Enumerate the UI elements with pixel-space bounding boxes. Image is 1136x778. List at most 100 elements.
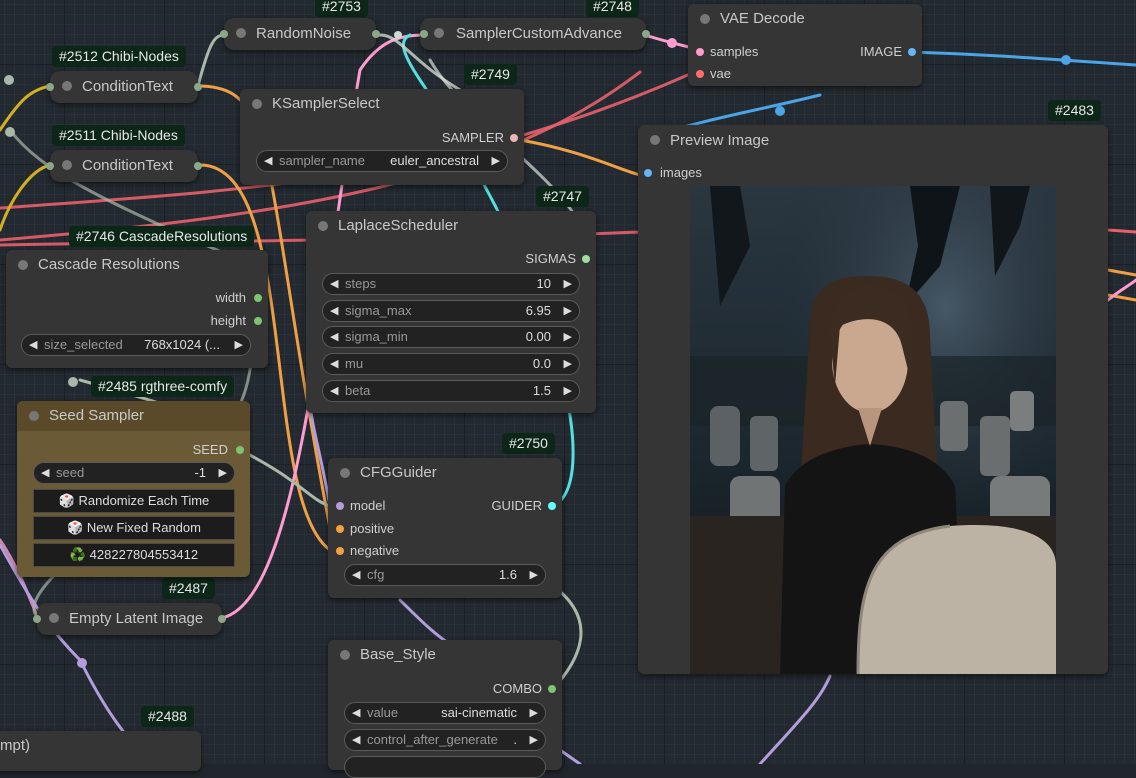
output-socket-icon[interactable] [642, 30, 650, 38]
input-socket-icon[interactable] [33, 615, 41, 623]
widget-value: . [513, 732, 517, 747]
collapse-dot-icon[interactable] [700, 14, 710, 24]
collapse-dot-icon[interactable] [252, 99, 262, 109]
increment-arrow-icon[interactable]: ▶ [564, 354, 572, 374]
widget-value: 10 [536, 276, 551, 291]
decrement-arrow-icon[interactable]: ◀ [352, 730, 360, 750]
style-value-combo[interactable]: ◀ value sai-cinematic ▶ [344, 702, 546, 724]
model-input-socket-icon[interactable] [336, 502, 344, 510]
input-socket-icon[interactable] [420, 30, 428, 38]
decrement-arrow-icon[interactable]: ◀ [330, 381, 338, 401]
negative-input-socket-icon[interactable] [336, 547, 344, 555]
seed-output-socket-icon[interactable] [236, 446, 244, 454]
cascade-resolutions-node[interactable]: Cascade Resolutions width height ◀ size_s… [6, 250, 268, 368]
vae-input-socket-icon[interactable] [696, 70, 704, 78]
width-output-socket-icon[interactable] [254, 294, 262, 302]
input-socket-icon[interactable] [46, 162, 54, 170]
randomize-each-time-button[interactable]: 🎲 Randomize Each Time [33, 489, 235, 513]
input-socket-icon[interactable] [220, 30, 228, 38]
sigmas-output-socket-icon[interactable] [582, 255, 590, 263]
collapse-dot-icon[interactable] [434, 28, 444, 38]
combo-output-socket-icon[interactable] [548, 685, 556, 693]
mu-widget[interactable]: ◀ mu 0.0 ▶ [322, 353, 580, 375]
increment-arrow-icon[interactable]: ▶ [235, 335, 243, 355]
sampler-output-socket-icon[interactable] [510, 134, 518, 142]
collapse-dot-icon[interactable] [29, 411, 39, 421]
sampler-custom-advance-node[interactable]: SamplerCustomAdvance [420, 18, 650, 50]
output-socket-icon[interactable] [194, 162, 202, 170]
steps-widget[interactable]: ◀ steps 10 ▶ [322, 273, 580, 295]
increment-arrow-icon[interactable]: ▶ [564, 274, 572, 294]
cfg-guider-node[interactable]: CFGGuider model positive negative GUIDER… [328, 458, 562, 598]
samples-input-socket-icon[interactable] [696, 48, 704, 56]
increment-arrow-icon[interactable]: ▶ [564, 327, 572, 347]
increment-arrow-icon[interactable]: ▶ [564, 301, 572, 321]
collapse-dot-icon[interactable] [62, 81, 72, 91]
widget-value: 1.5 [532, 383, 551, 398]
increment-arrow-icon[interactable]: ▶ [530, 565, 538, 585]
collapse-dot-icon[interactable] [62, 160, 72, 170]
output-socket-icon[interactable] [194, 83, 202, 91]
input-socket-icon[interactable] [46, 83, 54, 91]
ksampler-select-node[interactable]: KSamplerSelect SAMPLER ◀ sampler_name eu… [240, 89, 524, 185]
condition-text-node-2511[interactable]: ConditionText [46, 150, 202, 182]
increment-arrow-icon[interactable]: ▶ [219, 463, 227, 483]
base-style-node[interactable]: Base_Style COMBO ◀ value sai-cinematic ▶ ◀ c… [328, 640, 562, 778]
prompt-node-partial[interactable]: mpt) [0, 731, 201, 771]
increment-arrow-icon[interactable]: ▶ [564, 381, 572, 401]
node-id-badge: #2750 [502, 433, 555, 454]
collapse-dot-icon[interactable] [318, 221, 328, 231]
decrement-arrow-icon[interactable]: ◀ [264, 151, 272, 171]
increment-arrow-icon[interactable]: ▶ [492, 151, 500, 171]
images-input-socket-icon[interactable] [644, 169, 652, 177]
height-output-socket-icon[interactable] [254, 317, 262, 325]
widget-value: sai-cinematic [441, 705, 517, 720]
generated-image-preview[interactable] [690, 186, 1056, 674]
size-selected-combo[interactable]: ◀ size_selected 768x1024 (... ▶ [21, 334, 251, 356]
preview-image-node[interactable]: Preview Image images [638, 125, 1108, 674]
collapse-dot-icon[interactable] [340, 650, 350, 660]
decrement-arrow-icon[interactable]: ◀ [330, 327, 338, 347]
output-socket-icon[interactable] [218, 615, 226, 623]
new-fixed-random-button[interactable]: 🎲 New Fixed Random [33, 516, 235, 540]
image-output-socket-icon[interactable] [908, 48, 916, 56]
node-id-badge: #2746 CascadeResolutions [69, 226, 255, 247]
collapse-dot-icon[interactable] [18, 260, 28, 270]
cfg-widget[interactable]: ◀ cfg 1.6 ▶ [344, 564, 546, 586]
increment-arrow-icon[interactable]: ▶ [530, 703, 538, 723]
node-title: Empty Latent Image [69, 610, 204, 627]
node-title: Preview Image [670, 132, 770, 149]
decrement-arrow-icon[interactable]: ◀ [330, 301, 338, 321]
decrement-arrow-icon[interactable]: ◀ [330, 274, 338, 294]
condition-text-node-2512[interactable]: ConditionText [46, 71, 202, 103]
decrement-arrow-icon[interactable]: ◀ [29, 335, 37, 355]
node-graph-canvas[interactable]: #2753 #2748 #2512 Chibi-Nodes #2511 Chib… [0, 0, 1136, 778]
use-last-seed-button[interactable]: ♻️ 428227804553412 [33, 543, 235, 567]
guider-output-socket-icon[interactable] [548, 502, 556, 510]
empty-latent-image-node[interactable]: Empty Latent Image [33, 603, 226, 635]
sigma-max-widget[interactable]: ◀ sigma_max 6.95 ▶ [322, 300, 580, 322]
decrement-arrow-icon[interactable]: ◀ [352, 565, 360, 585]
output-socket-icon[interactable] [372, 30, 380, 38]
sigma-min-widget[interactable]: ◀ sigma_min 0.00 ▶ [322, 326, 580, 348]
decrement-arrow-icon[interactable]: ◀ [41, 463, 49, 483]
widget-label: seed [56, 465, 85, 480]
beta-widget[interactable]: ◀ beta 1.5 ▶ [322, 380, 580, 402]
laplace-scheduler-node[interactable]: LaplaceScheduler SIGMAS ◀ steps 10 ▶ ◀ sigma… [306, 211, 596, 413]
collapse-dot-icon[interactable] [650, 135, 660, 145]
sampler-name-combo[interactable]: ◀ sampler_name euler_ancestral ▶ [256, 150, 508, 172]
image-output-label: IMAGE [860, 44, 902, 59]
decrement-arrow-icon[interactable]: ◀ [352, 703, 360, 723]
collapse-dot-icon[interactable] [236, 28, 246, 38]
seed-widget[interactable]: ◀ seed -1 ▶ [33, 462, 235, 484]
positive-input-socket-icon[interactable] [336, 525, 344, 533]
collapse-dot-icon[interactable] [49, 613, 59, 623]
decrement-arrow-icon[interactable]: ◀ [330, 354, 338, 374]
filter-widget-partial[interactable] [344, 756, 546, 778]
vae-decode-node[interactable]: VAE Decode samples vae IMAGE [688, 4, 922, 86]
increment-arrow-icon[interactable]: ▶ [530, 730, 538, 750]
seed-sampler-node[interactable]: Seed Sampler SEED ◀ seed -1 ▶ 🎲 Randomize E… [17, 401, 250, 577]
control-after-generate-combo[interactable]: ◀ control_after_generate. ▶ [344, 729, 546, 751]
random-noise-node[interactable]: RandomNoise [220, 18, 380, 50]
collapse-dot-icon[interactable] [340, 468, 350, 478]
